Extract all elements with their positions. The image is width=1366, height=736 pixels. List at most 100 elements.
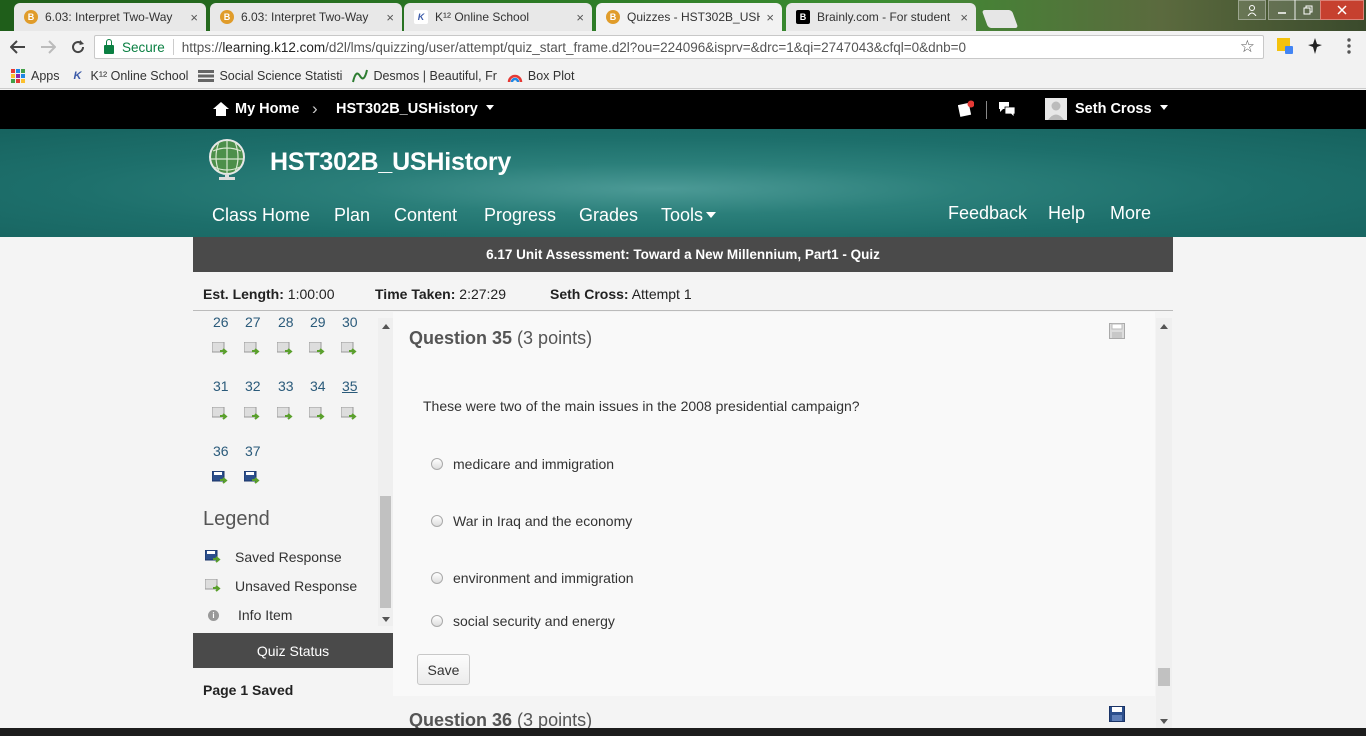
browser-tab-5[interactable]: B Brainly.com - For student × <box>786 3 976 31</box>
attempt-value: Attempt 1 <box>631 286 692 302</box>
reload-icon[interactable] <box>66 35 90 59</box>
tab-close-icon[interactable]: × <box>960 10 968 25</box>
question-link-31[interactable]: 31 <box>213 378 229 394</box>
bookmark-star-icon[interactable]: ☆ <box>1240 37 1255 57</box>
new-tab-button[interactable] <box>981 10 1019 28</box>
course-selector-label: HST302B_USHistory <box>336 101 478 117</box>
document-icon <box>198 68 215 84</box>
quiz-status-button[interactable]: Quiz Status <box>193 633 393 668</box>
nav-progress[interactable]: Progress <box>484 205 556 226</box>
tab-close-icon[interactable]: × <box>190 10 198 25</box>
question-heading: Question 35 (3 points) <box>409 328 592 349</box>
bookmark-social-science[interactable]: Social Science Statisti <box>198 68 342 84</box>
back-arrow-icon[interactable] <box>6 35 30 59</box>
question-link-32[interactable]: 32 <box>245 378 261 394</box>
minimize-icon[interactable] <box>1268 0 1296 20</box>
browser-tab-3[interactable]: K K¹² Online School × <box>404 3 592 31</box>
answer-radio[interactable] <box>431 458 443 470</box>
scroll-down-arrow-icon[interactable] <box>382 617 390 622</box>
quiz-info-row: Est. Length: 1:00:00 Time Taken: 2:27:29… <box>193 272 1173 311</box>
answer-radio[interactable] <box>431 615 443 627</box>
answer-option-4[interactable]: social security and energy <box>431 613 615 629</box>
question-link-28[interactable]: 28 <box>278 314 294 330</box>
answer-option-3[interactable]: environment and immigration <box>431 570 634 586</box>
question-link-29[interactable]: 29 <box>310 314 326 330</box>
answer-label: environment and immigration <box>453 570 634 586</box>
answer-radio[interactable] <box>431 515 443 527</box>
url-text[interactable]: https://learning.k12.com/d2l/lms/quizzin… <box>182 40 966 55</box>
scroll-down-arrow-icon[interactable] <box>1160 719 1168 724</box>
quiz-title-bar: 6.17 Unit Assessment: Toward a New Mille… <box>193 237 1173 272</box>
legend-label: Saved Response <box>235 549 342 565</box>
nav-class-home[interactable]: Class Home <box>212 205 310 226</box>
avatar[interactable] <box>1045 98 1067 120</box>
browser-tab-4-active[interactable]: B Quizzes - HST302B_USHi × <box>596 3 782 31</box>
address-bar[interactable]: Secure https://learning.k12.com/d2l/lms/… <box>94 35 1264 59</box>
bookmark-desmos[interactable]: Desmos | Beautiful, Fr <box>352 68 497 84</box>
k12-favicon-icon: K <box>73 69 82 82</box>
forward-arrow-icon[interactable] <box>36 35 60 59</box>
floppy-disk-saved-icon[interactable] <box>1109 706 1125 722</box>
question-link-27[interactable]: 27 <box>245 314 261 330</box>
question-navigator: 26 27 28 29 30 31 32 33 34 35 36 37 Lege… <box>193 312 393 732</box>
unsaved-response-icon <box>309 407 325 420</box>
bookmark-apps[interactable]: Apps <box>10 68 60 84</box>
messages-icon[interactable] <box>998 101 1016 117</box>
bookmark-box-plot[interactable]: Box Plot <box>507 68 574 84</box>
bookmark-label: K¹² Online School <box>90 68 189 83</box>
answer-radio[interactable] <box>431 572 443 584</box>
question-link-36[interactable]: 36 <box>213 443 229 459</box>
floppy-disk-unsaved-icon[interactable] <box>1109 323 1125 339</box>
my-home-link[interactable]: My Home <box>213 101 299 117</box>
scroll-up-arrow-icon[interactable] <box>382 324 390 329</box>
scrollbar-thumb[interactable] <box>380 496 391 608</box>
question-link-30[interactable]: 30 <box>342 314 358 330</box>
nav-feedback[interactable]: Feedback <box>948 203 1027 224</box>
course-selector[interactable]: HST302B_USHistory <box>336 101 494 117</box>
tab-close-icon[interactable]: × <box>576 10 584 25</box>
bookmark-label: Apps <box>31 68 60 83</box>
tab-close-icon[interactable]: × <box>386 10 394 25</box>
nav-tools[interactable]: Tools <box>661 205 717 226</box>
question-link-35-current[interactable]: 35 <box>342 378 358 394</box>
tab-title: Quizzes - HST302B_USHi <box>627 10 761 24</box>
notifications-icon[interactable] <box>958 100 974 117</box>
nav-grades[interactable]: Grades <box>579 205 638 226</box>
user-menu[interactable]: Seth Cross <box>1075 101 1168 117</box>
question-link-26[interactable]: 26 <box>213 314 229 330</box>
question-scrollbar[interactable] <box>1156 318 1172 728</box>
answer-label: War in Iraq and the economy <box>453 513 633 529</box>
scrollbar-thumb[interactable] <box>1158 668 1170 686</box>
bookmark-k12[interactable]: K K¹² Online School <box>70 68 189 84</box>
question-label: Question 35 <box>409 328 513 348</box>
question-link-37[interactable]: 37 <box>245 443 261 459</box>
nav-help[interactable]: Help <box>1048 203 1085 224</box>
browser-tab-2[interactable]: B 6.03: Interpret Two-Way × <box>210 3 402 31</box>
question-link-33[interactable]: 33 <box>278 378 294 394</box>
navigator-scrollbar[interactable] <box>378 318 393 626</box>
browser-tab-1[interactable]: B 6.03: Interpret Two-Way × <box>14 3 206 31</box>
profile-icon[interactable] <box>1238 0 1266 20</box>
question-link-34[interactable]: 34 <box>310 378 326 394</box>
nav-content[interactable]: Content <box>394 205 457 226</box>
answer-option-2[interactable]: War in Iraq and the economy <box>431 513 632 529</box>
chrome-menu-icon[interactable] <box>1340 37 1358 55</box>
apps-grid-icon <box>10 68 26 84</box>
nav-more[interactable]: More <box>1110 203 1151 224</box>
tab-title: 6.03: Interpret Two-Way <box>45 10 173 24</box>
nav-plan[interactable]: Plan <box>334 205 370 226</box>
unsaved-response-icon <box>341 342 357 355</box>
restore-icon[interactable] <box>1294 0 1322 20</box>
save-answer-button[interactable]: Save <box>417 654 470 685</box>
window-close-icon[interactable] <box>1320 0 1364 20</box>
extension-note-icon[interactable] <box>1276 37 1294 55</box>
scroll-up-arrow-icon[interactable] <box>1160 324 1168 329</box>
attempt-user: Seth Cross: <box>550 286 629 302</box>
tab-close-icon[interactable]: × <box>766 10 774 25</box>
bookmark-label: Desmos | Beautiful, Fr <box>373 68 497 83</box>
question-label: Question 36 <box>409 710 513 730</box>
time-taken-value: 2:27:29 <box>459 286 507 302</box>
extension-puzzle-icon[interactable] <box>1306 37 1324 55</box>
answer-option-1[interactable]: medicare and immigration <box>431 456 614 472</box>
chevron-down-icon <box>706 212 717 218</box>
